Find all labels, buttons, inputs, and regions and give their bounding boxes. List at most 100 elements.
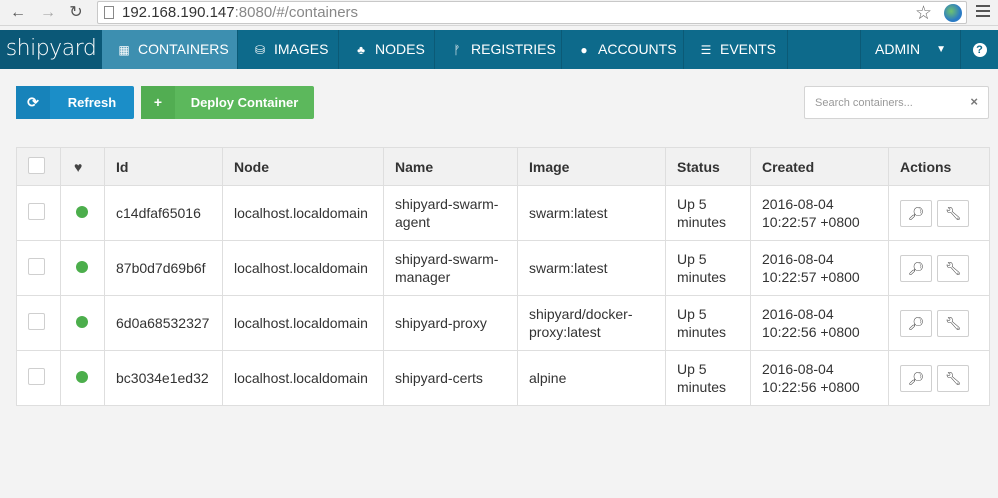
nav-accounts[interactable]: ● ACCOUNTS: [562, 30, 684, 69]
nav-registries[interactable]: ᚠ REGISTRIES: [435, 30, 562, 69]
table-row[interactable]: 87b0d7d69b6f localhost.localdomain shipyar…: [16, 240, 990, 296]
search-icon: 🔎︎: [907, 205, 925, 221]
clear-icon[interactable]: ×: [970, 94, 978, 109]
nav-images[interactable]: ⛁ IMAGES: [238, 30, 339, 69]
row-checkbox[interactable]: [28, 202, 45, 220]
container-status: Up 5 minutes: [665, 240, 751, 296]
wrench-icon: 🔧︎: [944, 315, 962, 331]
user-name: ADMIN: [875, 41, 921, 57]
grid-icon: ▦: [118, 43, 130, 57]
health-cell: [60, 295, 105, 351]
header-created[interactable]: Created: [750, 147, 889, 186]
question-icon: ?: [972, 43, 987, 57]
container-status: Up 5 minutes: [665, 185, 751, 241]
container-node: localhost.localdomain: [222, 240, 384, 296]
status-line: Up 5: [677, 196, 707, 212]
nav-label: EVENTS: [720, 41, 777, 57]
image-line: alpine: [529, 370, 567, 386]
status-line: minutes: [677, 269, 727, 285]
status-line: minutes: [677, 214, 727, 230]
search-icon: 🔎︎: [907, 315, 925, 331]
status-line: minutes: [677, 324, 727, 340]
wrench-icon: 🔧︎: [944, 260, 962, 276]
table-row[interactable]: bc3034e1ed32 localhost.localdomain shipyar…: [16, 350, 990, 406]
header-name[interactable]: Name: [383, 147, 518, 186]
search-box: ×: [804, 86, 989, 119]
settings-button[interactable]: 🔧︎: [937, 364, 969, 392]
row-checkbox[interactable]: [28, 257, 45, 275]
container-name: shipyard-swarm-agent: [383, 185, 518, 241]
status-line: Up 5: [677, 361, 707, 377]
user-menu[interactable]: ADMIN ▼: [860, 30, 960, 69]
container-id[interactable]: 87b0d7d69b6f: [104, 240, 223, 296]
container-id[interactable]: bc3034e1ed32: [104, 350, 223, 406]
container-id[interactable]: c14dfaf65016: [104, 185, 223, 241]
top-navbar: shipyard ▦ CONTAINERS ⛁ IMAGES ♣ NODES ᚠ REG…: [0, 30, 998, 69]
inspect-button[interactable]: 🔎︎: [900, 309, 932, 337]
star-icon[interactable]: ☆: [915, 2, 932, 25]
name-line: agent: [395, 214, 431, 230]
row-checkbox[interactable]: [28, 312, 45, 330]
container-node: localhost.localdomain: [222, 350, 384, 406]
header-id[interactable]: Id: [104, 147, 223, 186]
nav-label: IMAGES: [274, 41, 329, 57]
select-all-cell: [16, 147, 61, 186]
globe-icon[interactable]: [944, 4, 962, 22]
container-status: Up 5 minutes: [665, 295, 751, 351]
nav-label: ACCOUNTS: [598, 41, 677, 57]
nav-events[interactable]: ☰ EVENTS: [684, 30, 788, 69]
image-line: proxy:latest: [529, 324, 601, 340]
table-row[interactable]: 6d0a68532327 localhost.localdomain shipyar…: [16, 295, 990, 351]
nav-label: REGISTRIES: [471, 41, 556, 57]
created-line: 2016-08-04: [762, 361, 834, 377]
status-dot: [76, 371, 88, 383]
health-cell: [60, 350, 105, 406]
deploy-container-button[interactable]: + Deploy Container: [141, 86, 314, 119]
container-created: 2016-08-04 10:22:56 +0800: [750, 295, 889, 351]
name-line: shipyard-certs: [395, 370, 483, 386]
settings-button[interactable]: 🔧︎: [937, 254, 969, 282]
header-image[interactable]: Image: [517, 147, 666, 186]
inspect-button[interactable]: 🔎︎: [900, 254, 932, 282]
user-icon: ●: [580, 43, 588, 57]
deploy-label: Deploy Container: [190, 95, 299, 110]
plus-icon: +: [141, 86, 175, 119]
refresh-button[interactable]: ⟳ Refresh: [16, 86, 134, 119]
container-created: 2016-08-04 10:22:56 +0800: [750, 350, 889, 406]
header-node[interactable]: Node: [222, 147, 384, 186]
nav-label: CONTAINERS: [138, 41, 229, 57]
inspect-button[interactable]: 🔎︎: [900, 199, 932, 227]
brand-logo[interactable]: shipyard: [0, 30, 102, 69]
name-line: shipyard-swarm-: [395, 251, 499, 267]
container-node: localhost.localdomain: [222, 295, 384, 351]
sitemap-icon: ♣: [357, 43, 365, 57]
nav-containers[interactable]: ▦ CONTAINERS: [102, 30, 238, 69]
image-line: shipyard/docker-: [529, 306, 633, 322]
back-icon[interactable]: ←: [8, 3, 28, 23]
settings-button[interactable]: 🔧︎: [937, 199, 969, 227]
container-name: shipyard-proxy: [383, 295, 518, 351]
inspect-button[interactable]: 🔎︎: [900, 364, 932, 392]
url-host: 192.168.190.147: [122, 4, 235, 21]
nav-nodes[interactable]: ♣ NODES: [339, 30, 435, 69]
search-input[interactable]: [815, 94, 965, 112]
actions-cell: 🔎︎ 🔧︎: [888, 295, 990, 351]
hamburger-menu-icon[interactable]: [976, 5, 990, 20]
reload-icon[interactable]: ↻: [66, 3, 86, 23]
settings-button[interactable]: 🔧︎: [937, 309, 969, 337]
table-row[interactable]: c14dfaf65016 localhost.localdomain shipyar…: [16, 185, 990, 241]
container-image: shipyard/docker-proxy:latest: [517, 295, 666, 351]
forward-icon[interactable]: →: [38, 3, 58, 23]
wrench-icon: 🔧︎: [944, 370, 962, 386]
header-actions: Actions: [888, 147, 990, 186]
row-select-cell: [16, 295, 61, 351]
row-checkbox[interactable]: [28, 367, 45, 385]
address-bar[interactable]: 192.168.190.147:8080/#/containers ☆: [97, 1, 967, 24]
help-button[interactable]: ?: [960, 30, 998, 69]
container-created: 2016-08-04 10:22:57 +0800: [750, 240, 889, 296]
container-id[interactable]: 6d0a68532327: [104, 295, 223, 351]
status-dot: [76, 206, 88, 218]
select-all-checkbox[interactable]: [28, 156, 45, 174]
created-line: 10:22:56 +0800: [762, 379, 860, 395]
header-status[interactable]: Status: [665, 147, 751, 186]
